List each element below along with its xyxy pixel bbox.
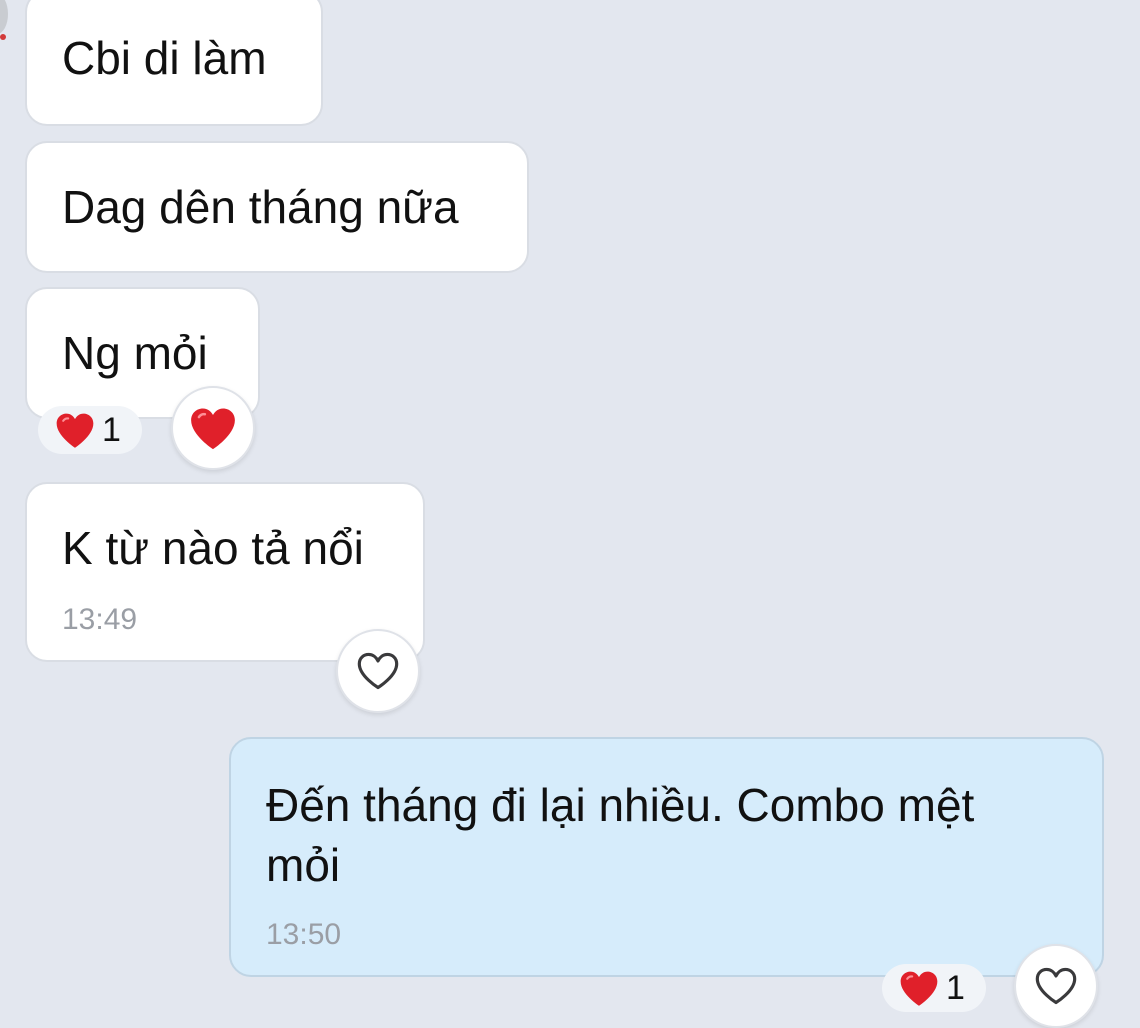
message-text: K từ nào tả nổi	[62, 522, 364, 574]
react-button[interactable]	[171, 386, 255, 470]
message-timestamp: 13:49	[62, 603, 138, 636]
heart-emoji-icon	[191, 408, 235, 450]
heart-emoji-icon	[900, 971, 938, 1006]
react-button[interactable]	[1014, 944, 1098, 1028]
message-text: Dag dên tháng nữa	[62, 181, 459, 233]
message-timestamp: 13:50	[266, 918, 342, 951]
avatar[interactable]	[0, 0, 8, 34]
heart-outline-icon	[1035, 967, 1077, 1005]
message-text-line-1: Đến tháng đi lại nhiều. Combo mệt	[266, 779, 975, 831]
avatar-status-dot	[0, 34, 6, 40]
message-bubble-incoming[interactable]: Cbi di làm	[25, 0, 323, 126]
react-button[interactable]	[336, 629, 420, 713]
reaction-summary[interactable]: 1	[38, 406, 142, 454]
heart-emoji-icon	[56, 413, 94, 448]
message-text-line-2: mỏi	[266, 839, 341, 891]
reaction-count-value: 1	[102, 410, 121, 449]
message-bubble-incoming[interactable]: Dag dên tháng nữa	[25, 141, 529, 273]
heart-outline-icon	[357, 652, 399, 690]
message-text: Cbi di làm	[62, 32, 267, 84]
message-text: Ng mỏi	[62, 327, 208, 379]
reaction-summary[interactable]: 1	[882, 964, 986, 1012]
reaction-count-value: 1	[946, 968, 965, 1007]
message-bubble-outgoing[interactable]: Đến tháng đi lại nhiều. Combo mệt mỏi 13…	[229, 737, 1104, 977]
